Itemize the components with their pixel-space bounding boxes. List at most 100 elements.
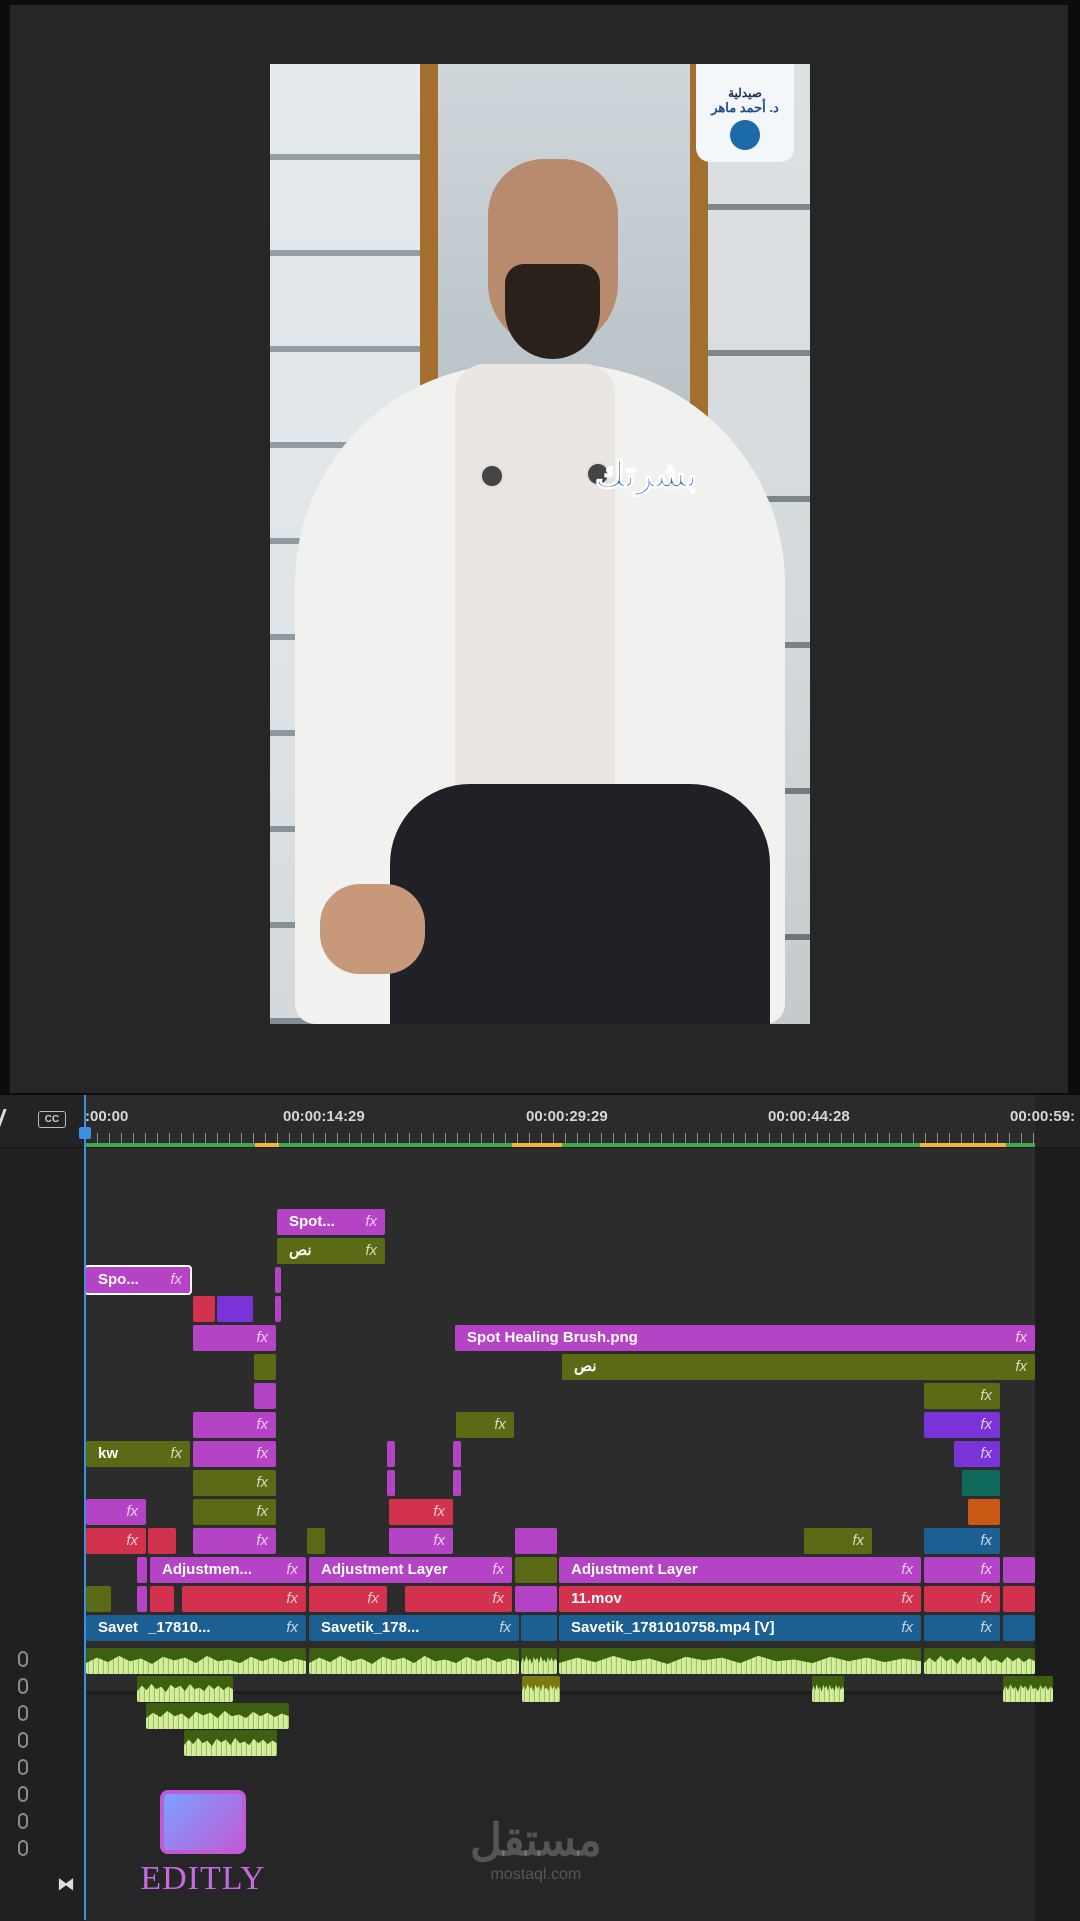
clip-blue-fx[interactable]: fx xyxy=(924,1615,1000,1641)
microphone-icon[interactable] xyxy=(18,1786,28,1802)
timeline-scrollbar[interactable] xyxy=(1036,1147,1080,1920)
clip-orange[interactable] xyxy=(968,1499,1000,1525)
clip-magenta[interactable] xyxy=(515,1528,557,1554)
microphone-icon[interactable] xyxy=(18,1705,28,1721)
microphone-icon[interactable] xyxy=(18,1813,28,1829)
clip-red-fx[interactable]: fx xyxy=(405,1586,512,1612)
audio-clip[interactable] xyxy=(924,1648,1035,1674)
playhead[interactable] xyxy=(84,1095,86,1920)
fx-badge: fx xyxy=(256,1503,268,1520)
clip-blue[interactable] xyxy=(521,1615,557,1641)
clip-label: Adjustmen... xyxy=(162,1561,253,1578)
clip-fx[interactable]: fx xyxy=(193,1441,276,1467)
clip-magenta[interactable] xyxy=(515,1586,557,1612)
clip-blue-fx[interactable]: fx xyxy=(924,1528,1000,1554)
clip-sliver[interactable] xyxy=(387,1441,395,1467)
time-ruler[interactable]: CC :00:00 00:00:14:29 00:00:29:29 00:00:… xyxy=(0,1095,1080,1147)
fx-badge: fx xyxy=(492,1561,504,1578)
clip-olive[interactable] xyxy=(254,1354,276,1380)
microphone-icon[interactable] xyxy=(18,1759,28,1775)
fx-badge: fx xyxy=(367,1590,379,1607)
clip-red-fx[interactable]: fx xyxy=(389,1499,453,1525)
clip-olive-fx[interactable]: fx xyxy=(456,1412,514,1438)
clip-teal[interactable] xyxy=(962,1470,1000,1496)
track-headers[interactable] xyxy=(0,1147,84,1921)
clip-magenta[interactable] xyxy=(254,1383,276,1409)
fx-badge: fx xyxy=(365,1242,377,1259)
audio-clip[interactable] xyxy=(137,1676,233,1702)
clip-olive[interactable] xyxy=(307,1528,325,1554)
clip-olive-fx[interactable]: fx xyxy=(193,1470,276,1496)
clip-red-fx[interactable]: fx xyxy=(309,1586,387,1612)
clip-olive[interactable] xyxy=(86,1586,111,1612)
audio-clip[interactable] xyxy=(812,1676,844,1702)
audio-clip[interactable] xyxy=(521,1648,557,1674)
doctor-hand xyxy=(320,884,425,974)
clip-spot[interactable]: Spot... fx xyxy=(277,1209,385,1235)
fx-badge: fx xyxy=(980,1387,992,1404)
audio-clip[interactable] xyxy=(86,1648,306,1674)
clip-sliver[interactable] xyxy=(137,1586,147,1612)
clip-magenta[interactable] xyxy=(1003,1557,1035,1583)
clip-adjustment-layer[interactable]: Adjustmen... fx xyxy=(150,1557,306,1583)
audio-clip[interactable] xyxy=(522,1676,560,1702)
audio-clip[interactable] xyxy=(184,1730,277,1756)
clip-11-mov[interactable]: 11.mov fx xyxy=(559,1586,921,1612)
timecode-label: 00:00:44:28 xyxy=(768,1108,850,1125)
clip-fx[interactable]: fx xyxy=(193,1325,276,1351)
clip-text-long[interactable]: نص fx xyxy=(562,1354,1035,1380)
clip-olive-fx[interactable]: fx xyxy=(193,1499,276,1525)
clip-fx[interactable]: fx xyxy=(86,1499,146,1525)
clip-purple-fx[interactable]: fx xyxy=(954,1441,1000,1467)
audio-clip[interactable] xyxy=(146,1703,289,1729)
clip-fx[interactable]: fx xyxy=(193,1528,276,1554)
clip-spot-healing-brush[interactable]: Spot Healing Brush.png fx xyxy=(455,1325,1035,1351)
anchor-point-icon[interactable] xyxy=(480,464,504,488)
audio-clip[interactable] xyxy=(559,1648,921,1674)
clip-red[interactable] xyxy=(1003,1586,1035,1612)
clip-adjustment-layer[interactable]: Adjustment Layer fx xyxy=(309,1557,512,1583)
clip-olive-fx[interactable]: fx xyxy=(804,1528,872,1554)
clip-fx[interactable]: fx xyxy=(389,1528,453,1554)
clip-savetik-video[interactable]: Savet _17810... fx xyxy=(86,1615,306,1641)
caption-text[interactable]: بشرتك xyxy=(594,453,698,496)
clip-olive-fx[interactable]: fx xyxy=(924,1383,1000,1409)
fx-badge: fx xyxy=(1015,1329,1027,1346)
clip-sliver[interactable] xyxy=(387,1470,395,1496)
captions-button[interactable]: CC xyxy=(38,1111,66,1128)
microphone-icon[interactable] xyxy=(18,1678,28,1694)
clip-blue[interactable] xyxy=(1003,1615,1035,1641)
clip-red-fx[interactable]: fx xyxy=(86,1528,146,1554)
microphone-icon[interactable] xyxy=(18,1732,28,1748)
clip-red[interactable] xyxy=(193,1296,215,1322)
audio-clip[interactable] xyxy=(1003,1676,1053,1702)
clip-sliver[interactable] xyxy=(275,1296,281,1322)
audio-clip[interactable] xyxy=(309,1648,519,1674)
clip-savetik-video-main[interactable]: Savetik_1781010758.mp4 [V] fx xyxy=(559,1615,921,1641)
clip-red[interactable] xyxy=(150,1586,174,1612)
playhead-handle[interactable] xyxy=(79,1127,91,1139)
clip-fx[interactable]: fx xyxy=(924,1557,1000,1583)
microphone-icon[interactable] xyxy=(18,1840,28,1856)
clip-sliver[interactable] xyxy=(137,1557,147,1583)
clip-fx[interactable]: fx xyxy=(193,1412,276,1438)
clip-kw[interactable]: kw fx xyxy=(86,1441,190,1467)
clip-sliver[interactable] xyxy=(453,1441,461,1467)
video-preview[interactable]: صيدلية د. أحمد ماهر بشرتك xyxy=(270,64,810,1024)
clip-purple[interactable] xyxy=(217,1296,253,1322)
clip-red[interactable] xyxy=(148,1528,176,1554)
clip-red-fx[interactable]: fx xyxy=(924,1586,1000,1612)
clip-sliver[interactable] xyxy=(453,1470,461,1496)
logo-mark-icon xyxy=(730,120,760,150)
clip-red-fx[interactable]: fx xyxy=(182,1586,306,1612)
microphone-icon[interactable] xyxy=(18,1651,28,1667)
clip-purple-fx[interactable]: fx xyxy=(924,1412,1000,1438)
wrench-icon[interactable] xyxy=(0,1109,19,1129)
clip-adjustment-layer[interactable]: Adjustment Layer fx xyxy=(559,1557,921,1583)
clip-text[interactable]: نص fx xyxy=(277,1238,385,1264)
clip-olive[interactable] xyxy=(515,1557,557,1583)
bowtie-icon[interactable]: ⧓ xyxy=(57,1874,75,1895)
clip-savetik-video[interactable]: Savetik_178... fx xyxy=(309,1615,519,1641)
clip-sliver[interactable] xyxy=(275,1267,281,1293)
clip-spot-selected[interactable]: Spo... fx xyxy=(84,1265,192,1295)
